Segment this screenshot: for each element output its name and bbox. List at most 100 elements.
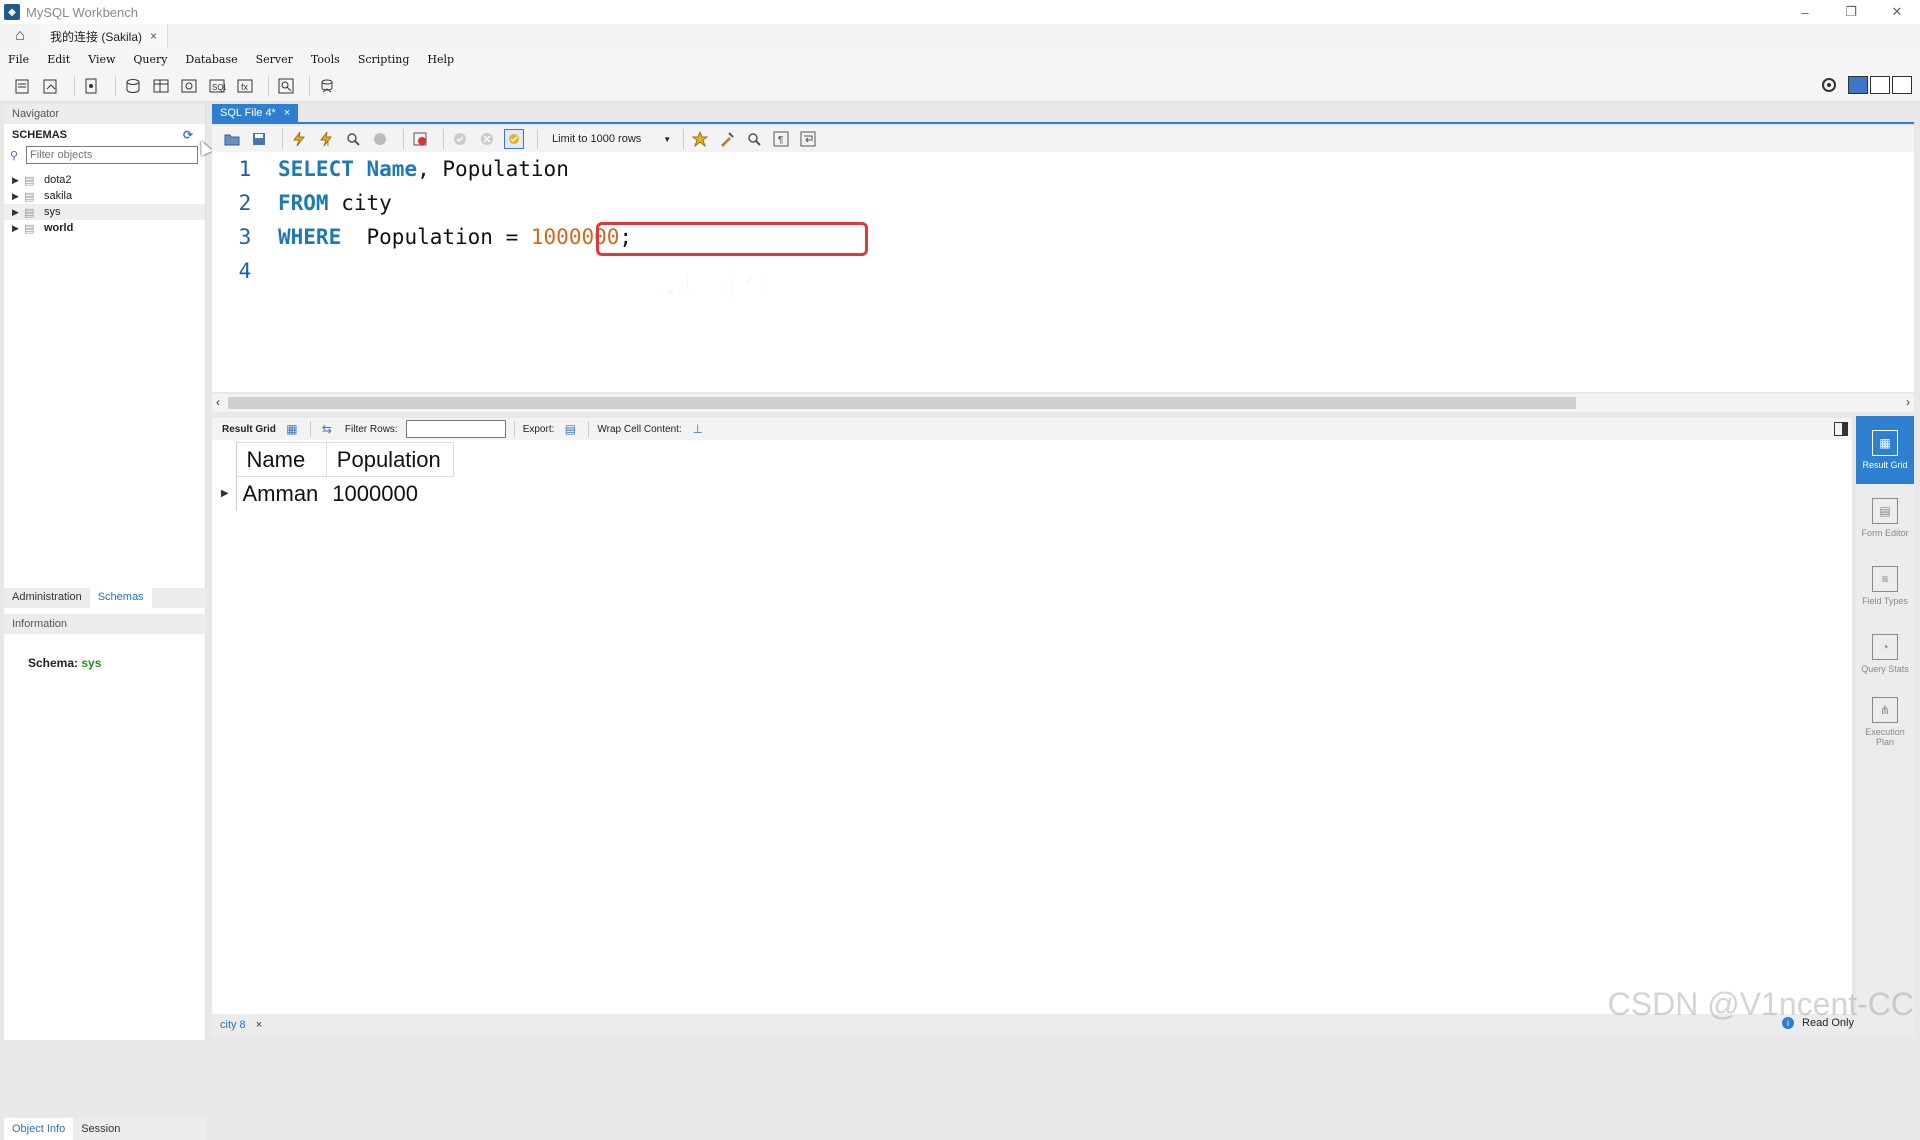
open-file-icon[interactable]: [222, 129, 242, 149]
tab-session[interactable]: Session: [73, 1118, 128, 1140]
form-editor-panel-button[interactable]: ▤ Form Editor: [1856, 484, 1914, 552]
close-sql-tab-icon[interactable]: ×: [284, 107, 290, 119]
search-table-data-icon[interactable]: [275, 75, 297, 97]
find-icon[interactable]: [744, 129, 764, 149]
rollback-icon[interactable]: [477, 129, 497, 149]
table-row[interactable]: ▶ Amman 1000000: [214, 476, 453, 511]
result-tab-city[interactable]: city 8 ×: [212, 1019, 268, 1031]
expand-arrow-icon[interactable]: ▶: [12, 223, 24, 234]
scrollbar-thumb[interactable]: [228, 397, 1576, 409]
schema-item-sys[interactable]: ▶ ▤ sys: [4, 204, 205, 220]
toggle-sidebar-button[interactable]: [1848, 76, 1868, 94]
schemas-title: SCHEMAS: [12, 129, 68, 141]
close-window-button[interactable]: ✕: [1874, 0, 1920, 24]
tab-administration[interactable]: Administration: [4, 588, 90, 608]
create-function-icon[interactable]: fx: [234, 75, 256, 97]
column-header[interactable]: Name: [235, 442, 327, 477]
commit-icon[interactable]: [450, 129, 470, 149]
open-sql-script-icon[interactable]: [40, 75, 62, 97]
expand-arrow-icon[interactable]: ▶: [12, 191, 24, 202]
refresh-icon[interactable]: ⇆: [319, 421, 335, 437]
menu-query[interactable]: Query: [133, 53, 167, 66]
line-number: 2: [238, 191, 252, 215]
result-tab-label: city 8: [220, 1019, 246, 1031]
menu-tools[interactable]: Tools: [311, 53, 340, 66]
scroll-left-icon[interactable]: ‹: [216, 395, 220, 409]
menu-server[interactable]: Server: [256, 53, 293, 66]
grid-view-icon[interactable]: ▦: [284, 421, 300, 437]
new-sql-tab-icon[interactable]: [12, 75, 34, 97]
filter-objects-input[interactable]: [26, 146, 198, 164]
wrap-cell-icon[interactable]: ⊥: [690, 421, 706, 437]
expand-arrow-icon[interactable]: ▶: [12, 207, 24, 218]
tab-schemas[interactable]: Schemas: [89, 588, 152, 608]
line-number: 1: [238, 157, 252, 181]
restore-button[interactable]: ❐: [1828, 0, 1874, 24]
preferences-gear-icon[interactable]: [1818, 74, 1840, 96]
column-header[interactable]: Population: [325, 442, 454, 477]
create-schema-icon[interactable]: [122, 75, 144, 97]
minimize-button[interactable]: –: [1782, 0, 1828, 24]
beautify-icon[interactable]: [717, 129, 737, 149]
menu-database[interactable]: Database: [186, 53, 238, 66]
expand-arrow-icon[interactable]: ▶: [12, 175, 24, 186]
execute-icon[interactable]: [289, 129, 309, 149]
result-grid-panel-button[interactable]: ▦ Result Grid: [1856, 416, 1914, 484]
svg-text:SQL: SQL: [212, 83, 226, 92]
auto-commit-toggle-icon[interactable]: [504, 129, 524, 149]
row-gutter: [214, 442, 237, 477]
toggle-error-stop-icon[interactable]: [410, 129, 430, 149]
limit-rows-select[interactable]: Limit to 1000 rows ▼: [552, 133, 671, 145]
field-types-panel-button[interactable]: ≡ Field Types: [1856, 552, 1914, 620]
sql-keyword: WHERE: [278, 225, 342, 249]
menu-file[interactable]: File: [8, 53, 29, 66]
sql-punctuation: ,: [417, 157, 430, 181]
tab-object-info[interactable]: Object Info: [4, 1118, 74, 1140]
explain-icon[interactable]: [343, 129, 363, 149]
schema-item-dota2[interactable]: ▶ ▤ dota2: [4, 172, 205, 188]
toggle-secondary-sidebar-button[interactable]: [1892, 76, 1912, 94]
word-wrap-icon[interactable]: [798, 129, 818, 149]
stop-icon[interactable]: [370, 129, 390, 149]
schema-item-world[interactable]: ▶ ▤ world: [4, 220, 205, 236]
scroll-right-icon[interactable]: ›: [1906, 395, 1910, 409]
connection-tab[interactable]: 我的连接 (Sakila) ×: [40, 24, 169, 48]
home-icon[interactable]: ⌂: [0, 24, 40, 48]
menu-help[interactable]: Help: [427, 53, 454, 66]
schema-item-sakila[interactable]: ▶ ▤ sakila: [4, 188, 205, 204]
invisible-chars-icon[interactable]: ¶: [771, 129, 791, 149]
info-schema-label: Schema:: [28, 656, 79, 670]
execute-current-icon[interactable]: I: [316, 129, 336, 149]
close-connection-tab-icon[interactable]: ×: [150, 29, 157, 43]
menu-view[interactable]: View: [88, 53, 115, 66]
editor-horizontal-scrollbar[interactable]: ‹ ›: [212, 394, 1914, 412]
filter-rows-input[interactable]: [405, 420, 506, 438]
execution-plan-panel-button[interactable]: ⋔ Execution Plan: [1856, 688, 1914, 756]
toggle-result-panel-icon[interactable]: [1834, 422, 1848, 436]
query-stats-panel-button[interactable]: ◔ Query Stats: [1856, 620, 1914, 688]
annotation-label: 过滤条件: [667, 270, 773, 301]
table-cell[interactable]: 1000000: [326, 477, 453, 511]
table-cell[interactable]: Amman: [236, 477, 326, 511]
navigator-tabs: Administration Schemas: [4, 588, 206, 608]
reconnect-icon[interactable]: [316, 75, 338, 97]
menu-scripting[interactable]: Scripting: [358, 53, 410, 66]
sql-identifier: Name: [366, 157, 418, 181]
close-result-tab-icon[interactable]: ×: [256, 1019, 262, 1031]
sql-editor[interactable]: 1 SELECT Name, Population 2 FROM city 3 …: [212, 152, 1914, 392]
export-icon[interactable]: ▤: [562, 421, 578, 437]
add-snippet-icon[interactable]: [690, 129, 710, 149]
toggle-output-button[interactable]: [1870, 76, 1890, 94]
inspector-icon[interactable]: [81, 75, 103, 97]
refresh-schemas-icon[interactable]: ⟳: [183, 128, 193, 142]
create-view-icon[interactable]: [178, 75, 200, 97]
result-grid-label[interactable]: Result Grid: [222, 424, 276, 435]
form-editor-icon: ▤: [1872, 498, 1898, 524]
save-icon[interactable]: [249, 129, 269, 149]
limit-rows-value: Limit to 1000 rows: [552, 133, 642, 145]
create-table-icon[interactable]: [150, 75, 172, 97]
menu-edit[interactable]: Edit: [47, 53, 70, 66]
database-icon: ▤: [24, 174, 35, 187]
sql-file-tab[interactable]: SQL File 4* ×: [212, 104, 299, 122]
create-procedure-icon[interactable]: SQL: [206, 75, 228, 97]
